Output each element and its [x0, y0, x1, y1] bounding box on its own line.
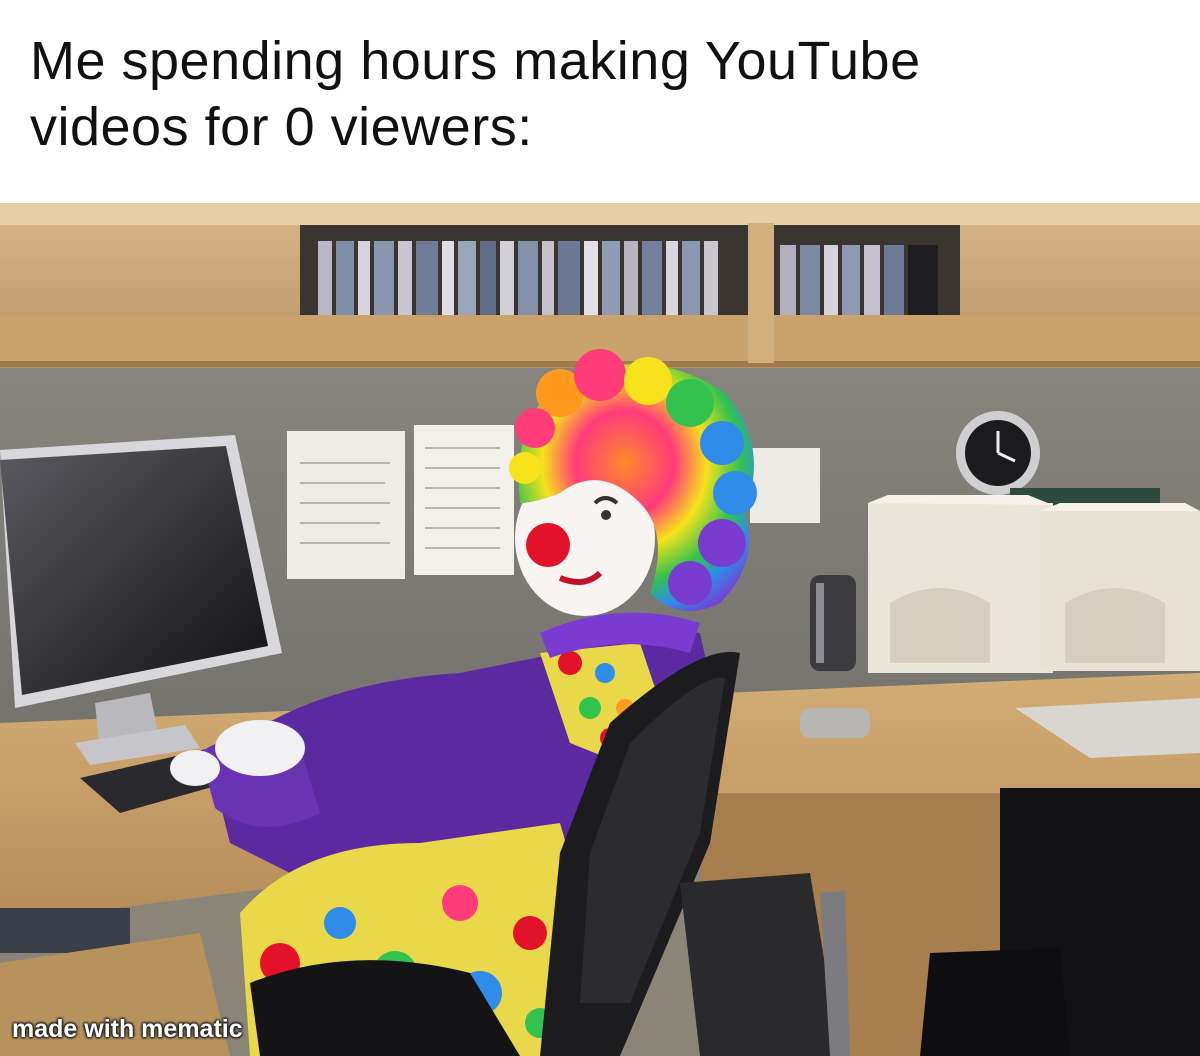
wall-paper-3 — [750, 448, 820, 523]
meme-caption: Me spending hours making YouTube videos … — [30, 31, 921, 157]
trash-bin — [920, 948, 1070, 1056]
binders-on-shelf — [318, 241, 938, 319]
meme-photo — [0, 203, 1200, 1056]
clown-nose — [526, 523, 570, 567]
wall-paper-1 — [287, 431, 405, 579]
desk-papers — [0, 908, 130, 953]
mematic-watermark: made with mematic — [12, 1015, 243, 1043]
meme-image: Me spending hours making YouTube videos … — [0, 0, 1200, 1056]
file-organizers — [868, 488, 1200, 673]
clown-office-photo — [0, 203, 1200, 1056]
